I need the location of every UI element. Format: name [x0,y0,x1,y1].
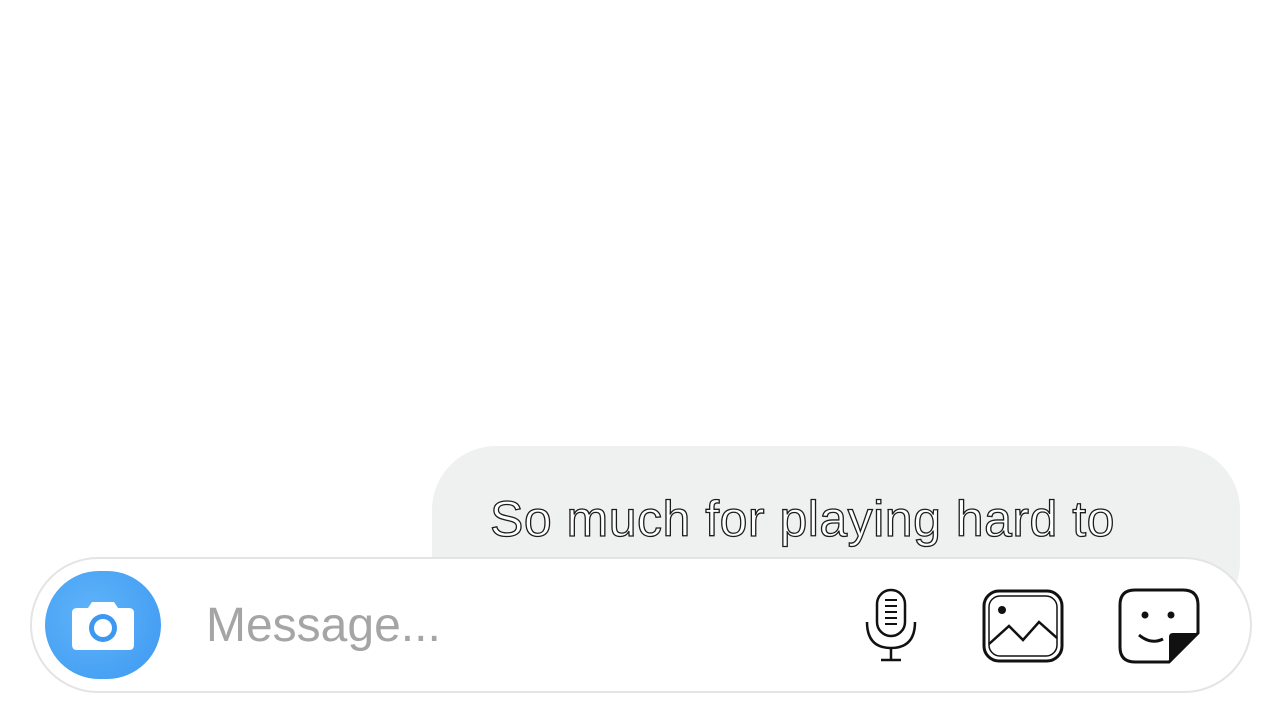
chat-screen: So much for playing hard to [0,0,1280,720]
sticker-icon [1118,588,1200,664]
gallery-icon [982,589,1064,663]
sticker-button[interactable] [1114,581,1204,671]
microphone-button[interactable] [846,581,936,671]
message-composer [30,557,1252,693]
camera-icon [72,602,134,650]
message-text: So much for playing hard to [489,490,1115,547]
microphone-icon [865,588,917,662]
gallery-button[interactable] [978,581,1068,671]
camera-button[interactable] [45,571,161,679]
message-input[interactable] [206,593,806,657]
